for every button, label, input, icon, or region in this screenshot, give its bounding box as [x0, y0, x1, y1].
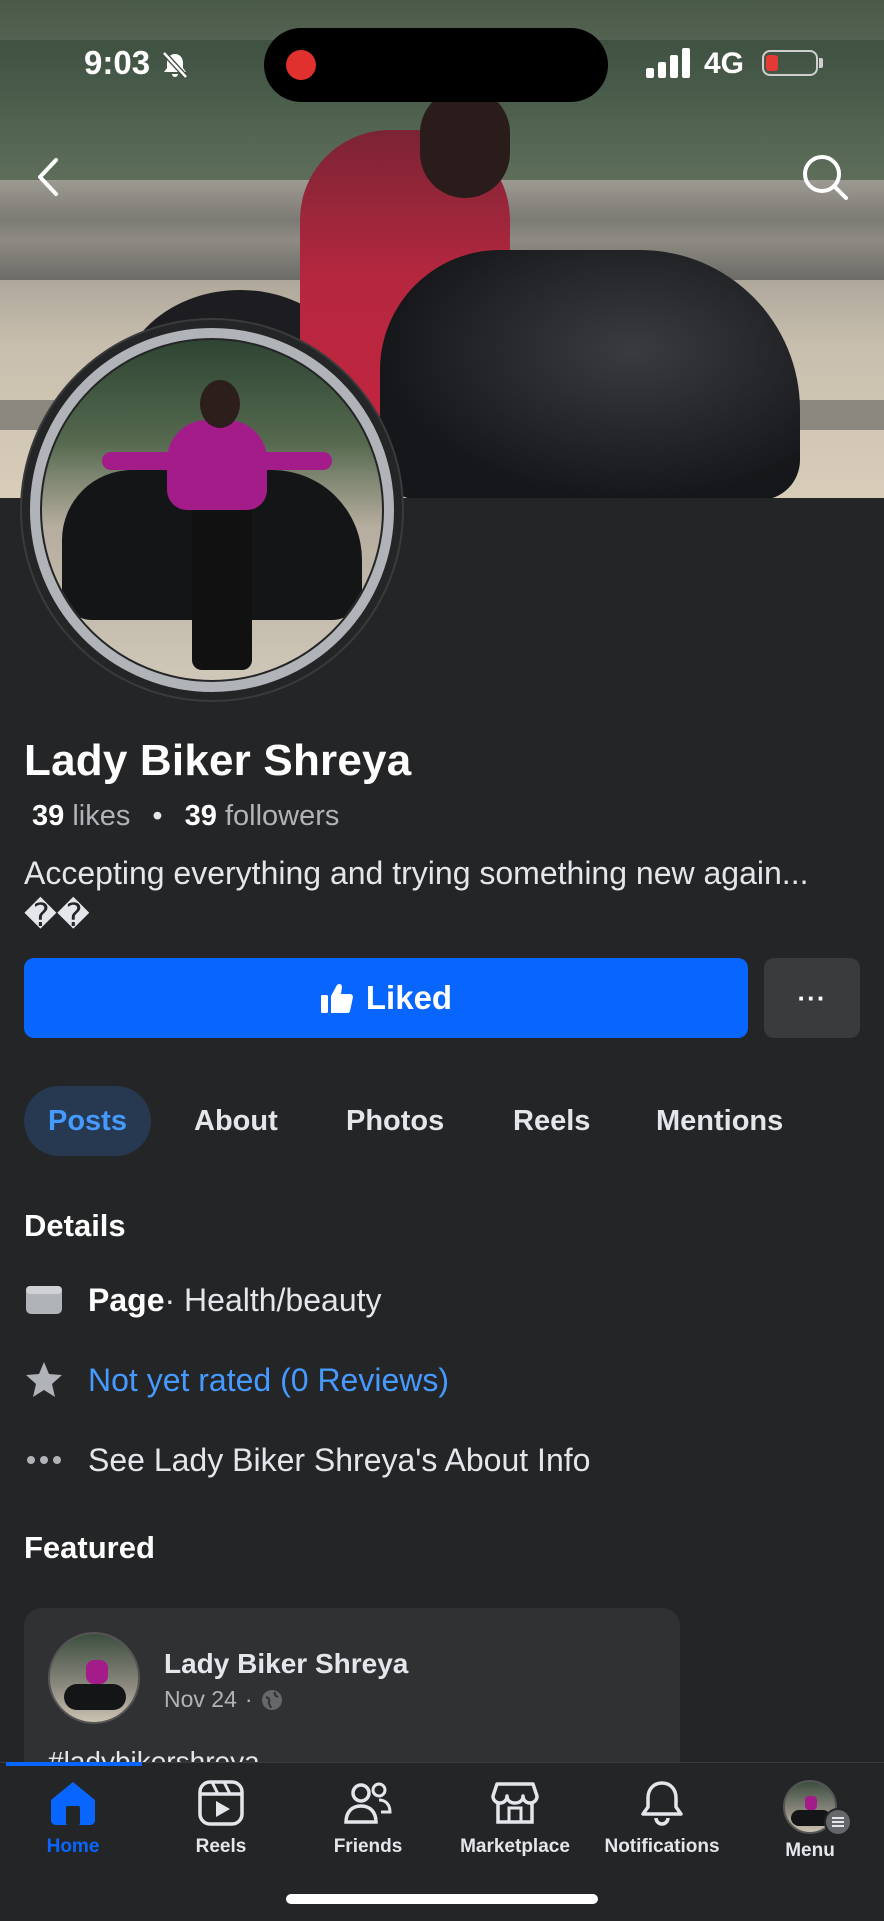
- likes-count: 39: [32, 800, 65, 832]
- thumbs-up-icon: [320, 983, 353, 1013]
- cover-motorcycle: [380, 250, 800, 498]
- post-avatar-bike: [64, 1684, 126, 1710]
- post-date: Nov 24: [164, 1686, 237, 1712]
- likes-label[interactable]: likes: [72, 800, 130, 832]
- marketplace-icon: [491, 1782, 539, 1824]
- back-arrow-icon[interactable]: [28, 152, 68, 202]
- search-icon[interactable]: [800, 152, 850, 202]
- nav-notifications-label: Notifications: [604, 1836, 720, 1857]
- tab-photos[interactable]: Photos: [346, 1086, 444, 1156]
- silent-bell-icon: [162, 51, 188, 79]
- page-category: · Health/beauty: [164, 1281, 382, 1318]
- page-bio: Accepting everything and trying somethin…: [24, 855, 809, 933]
- recording-indicator: [286, 50, 316, 80]
- post-author-name[interactable]: Lady Biker Shreya: [164, 1648, 408, 1680]
- featured-heading: Featured: [24, 1530, 155, 1565]
- tab-posts[interactable]: Posts: [24, 1086, 151, 1156]
- nav-menu[interactable]: Menu: [740, 1780, 880, 1862]
- menu-avatar-person: [805, 1796, 817, 1810]
- menu-hamburger-icon: [824, 1808, 852, 1836]
- nav-reels[interactable]: Reels: [151, 1780, 291, 1858]
- cellular-signal-icon: [646, 48, 690, 78]
- page-stats: 39 likes • 39 followers: [32, 800, 339, 833]
- home-indicator: [286, 1894, 598, 1904]
- post-meta: Nov 24 ·: [164, 1686, 283, 1713]
- nav-home-label: Home: [46, 1836, 100, 1857]
- home-icon: [51, 1782, 95, 1825]
- nav-menu-label: Menu: [785, 1840, 835, 1861]
- liked-label: Liked: [365, 979, 453, 1016]
- nav-reels-label: Reels: [195, 1836, 247, 1857]
- nav-friends-label: Friends: [333, 1836, 403, 1857]
- detail-rating[interactable]: Not yet rated (0 Reviews): [24, 1360, 449, 1400]
- globe-icon: [261, 1689, 282, 1710]
- details-heading: Details: [24, 1208, 126, 1243]
- tab-reels[interactable]: Reels: [513, 1086, 590, 1156]
- nav-marketplace[interactable]: Marketplace: [445, 1780, 585, 1858]
- profile-picture-ring: [30, 328, 394, 692]
- detail-page-category: Page · Health/beauty: [24, 1280, 382, 1320]
- stats-separator: •: [152, 800, 163, 832]
- cover-rider-head: [420, 88, 510, 198]
- page-name: Lady Biker Shreya: [24, 736, 412, 785]
- more-options-icon: ···: [797, 982, 827, 1013]
- liked-button[interactable]: Liked: [24, 958, 748, 1038]
- star-icon: [24, 1360, 64, 1400]
- status-time: 9:03: [84, 44, 151, 81]
- post-date-separator: ·: [244, 1686, 253, 1712]
- about-info-link[interactable]: See Lady Biker Shreya's About Info: [88, 1442, 590, 1479]
- followers-label[interactable]: followers: [225, 800, 339, 832]
- bell-icon: [641, 1781, 683, 1826]
- detail-about-info[interactable]: See Lady Biker Shreya's About Info: [24, 1440, 590, 1480]
- nav-notifications[interactable]: Notifications: [592, 1780, 732, 1858]
- rating-link[interactable]: Not yet rated (0 Reviews): [88, 1362, 449, 1399]
- battery-tip: [819, 58, 823, 68]
- network-type: 4G: [704, 47, 745, 80]
- friends-icon: [344, 1782, 392, 1824]
- flag-icon: [24, 1280, 64, 1320]
- post-avatar-person: [86, 1660, 108, 1684]
- post-author-avatar[interactable]: [48, 1632, 140, 1724]
- reels-icon: [198, 1780, 244, 1826]
- more-options-button[interactable]: ···: [764, 958, 860, 1038]
- nav-marketplace-label: Marketplace: [460, 1836, 570, 1857]
- nav-friends[interactable]: Friends: [298, 1780, 438, 1858]
- tab-mentions[interactable]: Mentions: [656, 1086, 783, 1156]
- tab-about[interactable]: About: [194, 1086, 278, 1156]
- nav-home[interactable]: Home: [3, 1780, 143, 1858]
- ellipsis-icon: [24, 1440, 64, 1480]
- followers-count: 39: [184, 800, 217, 832]
- page-type-label: Page: [88, 1281, 165, 1318]
- active-tab-indicator: [6, 1762, 142, 1766]
- battery-level: [766, 55, 778, 71]
